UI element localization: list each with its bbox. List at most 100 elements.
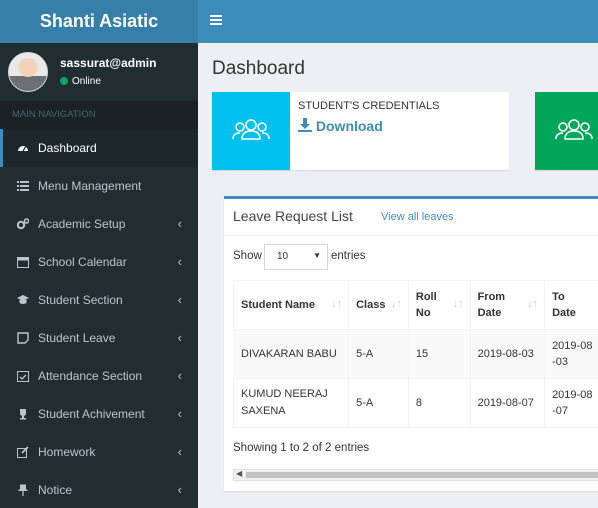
leave-table: Student Name ↓↑ Class ↓↑ Roll No ↓↑ From Da…: [232, 280, 598, 428]
sidebar-item-label: Academic Setup: [38, 217, 126, 231]
user-status-label: Online: [72, 76, 101, 87]
cell-to-date: 2019-08-03: [544, 329, 598, 379]
table-row: DIVAKARAN BABU 5-A 15 2019-08-03 2019-08…: [232, 329, 598, 379]
nav-header: MAIN NAVIGATION: [0, 101, 198, 129]
page-size-select[interactable]: 10 ▼: [264, 244, 328, 270]
sidebar-item-attendance-section[interactable]: Attendance Section ‹: [0, 357, 198, 395]
chevron-left-icon: ‹: [177, 254, 182, 269]
trophy-icon: [20, 409, 26, 420]
sidebar-item-notice[interactable]: Notice ‹: [0, 471, 198, 508]
sort-icon: ↓↑: [390, 298, 402, 310]
cogs-icon: [17, 218, 29, 230]
download-link[interactable]: Download: [298, 118, 383, 134]
cell-student-name: DIVAKARAN BABU: [232, 329, 350, 379]
info-box-title: STUDENT'S CREDENTIALS: [298, 100, 440, 112]
chevron-left-icon: ‹: [177, 216, 182, 231]
sidebar-item-menu-management[interactable]: Menu Management: [0, 167, 198, 205]
sort-icon: ↓↑: [331, 298, 343, 310]
column-header-roll-no[interactable]: Roll No ↓↑: [407, 280, 471, 330]
entries-label: entries: [331, 250, 366, 262]
column-label: Student Name: [241, 299, 315, 311]
user-name: sassurat@admin: [60, 56, 157, 70]
table-row: KUMUD NEERAJ SAXENA 5-A 8 2019-08-07 201…: [232, 378, 598, 428]
sidebar-item-student-leave[interactable]: Student Leave ‹: [0, 319, 198, 357]
box-title: Leave Request List: [233, 208, 353, 224]
sidebar: sassurat@admin Online MAIN NAVIGATION Da…: [0, 43, 198, 508]
horizontal-scrollbar[interactable]: ◀: [233, 469, 598, 481]
sidebar-item-homework[interactable]: Homework ‹: [0, 433, 198, 471]
edit-icon: [17, 446, 29, 458]
brand-logo[interactable]: Shanti Asiatic: [0, 0, 198, 43]
sidebar-item-school-calendar[interactable]: School Calendar ‹: [0, 243, 198, 281]
sidebar-item-label: School Calendar: [38, 255, 127, 269]
info-box-icon-bg: [212, 92, 290, 170]
list-icon: [17, 181, 29, 191]
sidebar-item-student-section[interactable]: Student Section ‹: [0, 281, 198, 319]
avatar: [8, 52, 48, 92]
column-header-student-name[interactable]: Student Name ↓↑: [232, 280, 350, 330]
cell-roll-no: 8: [407, 378, 471, 428]
chevron-left-icon: ‹: [177, 482, 182, 497]
user-status: Online: [60, 76, 101, 87]
sidebar-item-label: Notice: [38, 483, 73, 497]
sort-icon: ↓↑: [527, 298, 539, 310]
sidebar-item-label: Menu Management: [38, 179, 142, 193]
sidebar-item-label: Homework: [38, 445, 96, 459]
cell-from-date: 2019-08-07: [469, 378, 546, 428]
view-all-leaves-link[interactable]: View all leaves: [381, 211, 454, 223]
column-header-class[interactable]: Class ↓↑: [348, 280, 409, 330]
sidebar-item-label: Student Section: [38, 293, 123, 307]
caret-down-icon: ▼: [313, 251, 321, 260]
cell-roll-no: 15: [407, 329, 471, 379]
cell-from-date: 2019-08-03: [469, 329, 546, 379]
page-size-value: 10: [277, 251, 289, 262]
sort-icon: ↓↑: [452, 298, 464, 310]
sidebar-item-dashboard[interactable]: Dashboard: [0, 129, 198, 167]
scroll-left-icon[interactable]: ◀: [236, 469, 242, 478]
sidebar-item-academic-setup[interactable]: Academic Setup ‹: [0, 205, 198, 243]
sidebar-item-label: Attendance Section: [38, 369, 143, 383]
info-box-second: [535, 92, 598, 170]
menu-toggle-icon[interactable]: [210, 13, 222, 29]
note-icon: [17, 332, 29, 344]
box-header: Leave Request List View all leaves: [224, 199, 598, 236]
column-header-from-date[interactable]: From Date ↓↑: [469, 280, 546, 330]
chevron-left-icon: ‹: [177, 368, 182, 383]
download-label: Download: [315, 118, 383, 134]
online-dot-icon: [60, 77, 68, 85]
calendar-icon: [17, 257, 29, 268]
column-label: Class: [356, 299, 386, 311]
chevron-left-icon: ‹: [177, 444, 182, 459]
show-label: Show: [233, 250, 262, 262]
user-panel: sassurat@admin Online: [0, 43, 198, 101]
top-navbar: [198, 0, 598, 43]
scrollbar-thumb[interactable]: [246, 472, 598, 478]
table-header-row: Student Name ↓↑ Class ↓↑ Roll No ↓↑ From Da…: [232, 280, 598, 330]
sidebar-item-label: Dashboard: [38, 141, 97, 155]
table-info: Showing 1 to 2 of 2 entries: [233, 442, 370, 454]
users-icon: [555, 119, 593, 140]
cell-class: 5-A: [348, 378, 409, 428]
chevron-left-icon: ‹: [177, 406, 182, 421]
column-label: From Date: [477, 291, 506, 319]
page-title: Dashboard: [212, 58, 305, 79]
sidebar-item-label: Student Achivement: [38, 407, 145, 421]
column-label: Roll No: [415, 291, 437, 319]
column-label: To Date: [552, 291, 576, 319]
leave-request-box: Leave Request List View all leaves Show …: [224, 196, 598, 491]
sidebar-item-label: Student Leave: [38, 331, 116, 345]
dashboard-icon: [18, 146, 28, 152]
column-header-to-date[interactable]: To Date: [544, 280, 598, 330]
chevron-left-icon: ‹: [177, 330, 182, 345]
users-icon: [232, 119, 270, 140]
cell-student-name: KUMUD NEERAJ SAXENA: [232, 378, 350, 428]
calendar-check-icon: [17, 371, 29, 382]
cell-class: 5-A: [348, 329, 409, 379]
chevron-left-icon: ‹: [177, 292, 182, 307]
sidebar-item-student-achivement[interactable]: Student Achivement ‹: [0, 395, 198, 433]
graduation-cap-icon: [17, 295, 29, 304]
cell-to-date: 2019-08-07: [544, 378, 598, 428]
pin-icon: [18, 484, 28, 496]
info-box-icon-bg: [535, 92, 598, 170]
download-icon: [298, 118, 312, 132]
